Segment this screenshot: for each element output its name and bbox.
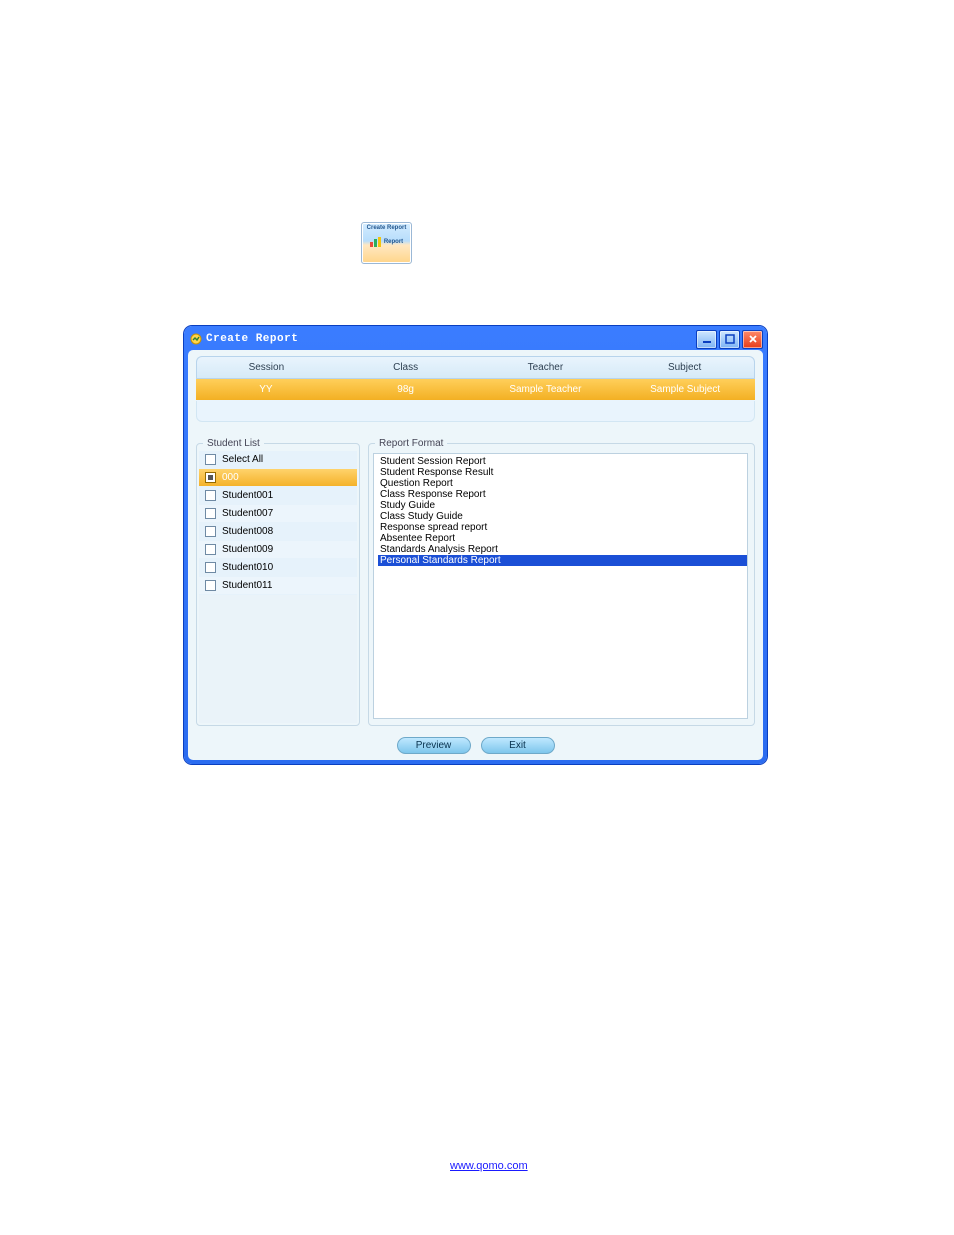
dialog-footer: Preview Exit	[188, 737, 763, 754]
page: Create Report Report Create Report	[0, 0, 954, 1235]
report-format-legend: Report Format	[375, 438, 447, 449]
student-label: Student001	[222, 490, 273, 501]
student-row[interactable]: 000	[199, 469, 357, 487]
student-label: Student011	[222, 580, 272, 591]
report-format-panel: Report Format Student Session ReportStud…	[368, 438, 755, 726]
checkbox-icon[interactable]	[205, 544, 216, 555]
header-teacher: Teacher	[476, 356, 616, 379]
create-report-dialog: Create Report Session Class Teacher Subj…	[184, 326, 767, 764]
student-label: Student009	[222, 544, 273, 555]
report-format-item[interactable]: Standards Analysis Report	[378, 544, 747, 555]
report-format-item[interactable]: Response spread report	[378, 522, 747, 533]
bar-chart-icon	[370, 237, 382, 247]
info-header-row: Session Class Teacher Subject	[196, 356, 755, 379]
student-label: Student008	[222, 526, 273, 537]
create-report-toolbar-label-top: Create Report	[362, 225, 411, 231]
dialog-body: Session Class Teacher Subject YY 98g Sam…	[188, 350, 763, 760]
panels: Student List Select All 000 Student001 Stud…	[196, 438, 755, 726]
report-format-item[interactable]: Student Session Report	[378, 456, 747, 467]
value-subject: Sample Subject	[615, 379, 755, 401]
student-label: Select All	[222, 454, 263, 465]
student-row[interactable]: Student011	[199, 577, 357, 595]
create-report-toolbar-label-bottom: Report	[384, 239, 403, 245]
student-row[interactable]: Student010	[199, 559, 357, 577]
info-value-row[interactable]: YY 98g Sample Teacher Sample Subject	[196, 379, 755, 401]
report-format-item[interactable]: Class Study Guide	[378, 511, 747, 522]
header-class: Class	[336, 356, 476, 379]
value-session: YY	[196, 379, 336, 401]
preview-button[interactable]: Preview	[397, 737, 471, 754]
report-format-item[interactable]: Personal Standards Report	[378, 555, 747, 566]
footer-link[interactable]: www.qomo.com	[450, 1160, 528, 1172]
minimize-button[interactable]	[696, 330, 717, 349]
checkbox-icon[interactable]	[205, 562, 216, 573]
student-list-panel: Student List Select All 000 Student001 Stud…	[196, 438, 360, 726]
student-label: 000	[222, 472, 239, 483]
exit-button[interactable]: Exit	[481, 737, 555, 754]
dialog-title: Create Report	[206, 333, 696, 345]
close-button[interactable]	[742, 330, 763, 349]
checkbox-icon[interactable]	[205, 580, 216, 591]
report-format-list[interactable]: Student Session ReportStudent Response R…	[373, 453, 748, 719]
student-label: Student007	[222, 508, 273, 519]
student-row[interactable]: Student008	[199, 523, 357, 541]
student-select-all[interactable]: Select All	[199, 451, 357, 469]
value-class: 98g	[336, 379, 476, 401]
titlebar[interactable]: Create Report	[184, 326, 767, 350]
student-list-legend: Student List	[203, 438, 264, 449]
student-row[interactable]: Student009	[199, 541, 357, 559]
header-subject: Subject	[615, 356, 755, 379]
checkbox-icon[interactable]	[205, 490, 216, 501]
checkbox-icon[interactable]	[205, 526, 216, 537]
report-format-item[interactable]: Question Report	[378, 478, 747, 489]
app-icon	[190, 333, 202, 345]
value-teacher: Sample Teacher	[476, 379, 616, 401]
create-report-toolbar-iconrow: Report	[362, 237, 411, 247]
report-format-item[interactable]: Student Response Result	[378, 467, 747, 478]
report-format-item[interactable]: Study Guide	[378, 500, 747, 511]
student-label: Student010	[222, 562, 273, 573]
maximize-button[interactable]	[719, 330, 740, 349]
checkbox-icon[interactable]	[205, 454, 216, 465]
checkbox-icon[interactable]	[205, 472, 216, 483]
report-format-item[interactable]: Class Response Report	[378, 489, 747, 500]
info-filler-row	[196, 401, 755, 422]
window-controls	[696, 330, 763, 349]
student-row[interactable]: Student001	[199, 487, 357, 505]
student-list[interactable]: Select All 000 Student001 Student007 Student…	[199, 451, 357, 723]
checkbox-icon[interactable]	[205, 508, 216, 519]
header-session: Session	[196, 356, 336, 379]
create-report-toolbar-button[interactable]: Create Report Report	[361, 222, 412, 264]
report-format-item[interactable]: Absentee Report	[378, 533, 747, 544]
student-row[interactable]: Student007	[199, 505, 357, 523]
